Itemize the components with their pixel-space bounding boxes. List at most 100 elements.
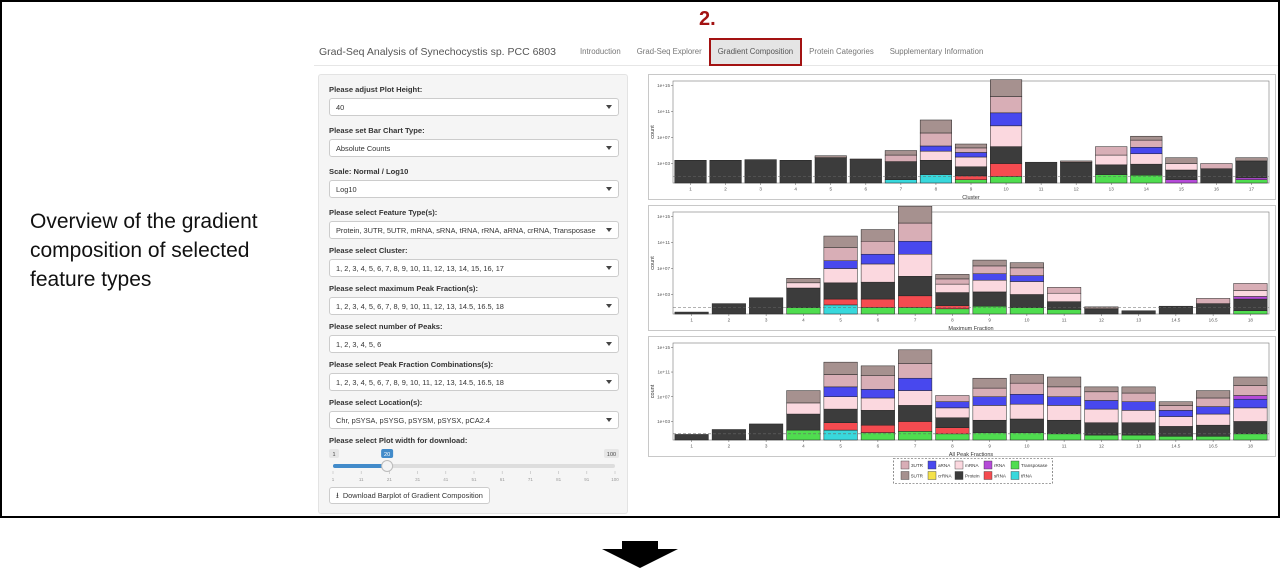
bar-segment-protein bbox=[1121, 310, 1156, 315]
bar-segment-protein bbox=[1095, 164, 1128, 175]
bar-segment-3utr bbox=[972, 265, 1007, 274]
bar-segment-5utr bbox=[823, 361, 858, 375]
bar-segment-3utr bbox=[1121, 392, 1156, 402]
bar-segment-transposase bbox=[1121, 434, 1156, 441]
y-tick-label: 1e+11 bbox=[657, 240, 670, 245]
tab-introduction[interactable]: Introduction bbox=[572, 39, 629, 65]
y-tick-label: 1e+03 bbox=[657, 161, 670, 166]
download-barplot-button[interactable]: ⭳ Download Barplot of Gradient Compositi… bbox=[329, 487, 490, 504]
number-of-peaks-select[interactable]: 1, 2, 3, 4, 5, 6 bbox=[329, 335, 619, 353]
peak-combinations-label: Please select Peak Fraction Combinations… bbox=[329, 360, 494, 369]
bar-segment-mrna bbox=[954, 156, 988, 168]
slider-tick-label: 100 bbox=[611, 477, 619, 482]
feature-type-label: Please select Feature Type(s): bbox=[329, 208, 438, 217]
tab-protein-categories[interactable]: Protein Categories bbox=[801, 39, 882, 65]
max-peak-fraction-field: Please select maximum Peak Fraction(s): … bbox=[329, 284, 619, 315]
bar-segment-rrna bbox=[1165, 179, 1198, 184]
slider-value-label: 20 bbox=[384, 452, 390, 458]
y-tick-label: 1e+03 bbox=[657, 419, 670, 424]
bar-segment-5utr bbox=[972, 377, 1007, 389]
bar-segment-protein bbox=[1047, 301, 1082, 310]
y-axis-label: count bbox=[650, 384, 656, 398]
x-tick-label: 6 bbox=[865, 187, 868, 192]
feature-type-value: Protein, 3UTR, 5UTR, mRNA, sRNA, tRNA, r… bbox=[336, 225, 596, 235]
bar-segment-trna bbox=[919, 174, 952, 184]
bar-segment-protein bbox=[860, 410, 895, 426]
bar-segment-transposase bbox=[1009, 307, 1044, 315]
bar-segment-protein bbox=[674, 160, 707, 184]
bar-segment-protein bbox=[823, 408, 858, 423]
slider-tick-label: 51 bbox=[471, 477, 477, 482]
legend-swatch-crrna bbox=[927, 471, 937, 480]
chevron-down-icon bbox=[606, 228, 612, 232]
legend-swatch-mrna bbox=[954, 460, 964, 470]
bar-segment-transposase bbox=[1235, 179, 1268, 184]
step-number: 2. bbox=[699, 8, 716, 30]
bar-segment-arna bbox=[1158, 410, 1193, 417]
x-tick-label: 6 bbox=[877, 444, 880, 449]
slider-tick-label: 71 bbox=[528, 477, 534, 482]
x-tick-label: 14.5 bbox=[1171, 444, 1180, 449]
location-value: Chr, pSYSA, pSYSG, pSYSM, pSYSX, pCA2.4 bbox=[336, 415, 491, 425]
slider-fill bbox=[333, 464, 388, 468]
scale-select[interactable]: Log10 bbox=[329, 180, 619, 198]
bar-segment-5utr bbox=[919, 119, 952, 134]
bar-segment-trna bbox=[884, 179, 917, 184]
bar-segment-3utr bbox=[1009, 267, 1044, 276]
bar-segment-mrna bbox=[860, 263, 895, 283]
bar-segment-mrna bbox=[1233, 290, 1268, 297]
tab-gradient-composition[interactable]: Gradient Composition bbox=[708, 37, 803, 66]
legend-swatch-transposase bbox=[1010, 460, 1020, 470]
bar-segment-protein bbox=[674, 434, 709, 441]
bar-segment-protein bbox=[779, 160, 812, 184]
bar-segment-arna bbox=[972, 396, 1007, 406]
cluster-select[interactable]: 1, 2, 3, 4, 5, 6, 7, 8, 9, 10, 11, 12, 1… bbox=[329, 259, 619, 277]
peak-combinations-select[interactable]: 1, 2, 3, 4, 5, 6, 7, 8, 9, 10, 11, 12, 1… bbox=[329, 373, 619, 391]
bar-segment-mrna bbox=[919, 150, 952, 161]
x-tick-label: 9 bbox=[988, 444, 991, 449]
plot-width-slider[interactable]: 1 100 20 1 11 21 31 41 51 61 71 81 91 100 bbox=[329, 449, 619, 485]
chevron-down-icon bbox=[606, 146, 612, 150]
x-tick-label: 10 bbox=[1024, 444, 1030, 449]
bar-segment-transposase bbox=[954, 179, 988, 184]
bar-segment-3utr bbox=[935, 395, 970, 402]
bar-segment-5utr bbox=[898, 205, 933, 224]
bar-segment-protein bbox=[1060, 161, 1093, 184]
legend-swatch-rrna bbox=[983, 460, 993, 470]
tab-supplementary-information[interactable]: Supplementary Information bbox=[882, 39, 992, 65]
bar-segment-arna bbox=[972, 273, 1007, 281]
bar-segment-5utr bbox=[990, 79, 1023, 97]
x-tick-label: 13 bbox=[1109, 187, 1115, 192]
x-tick-label: 12 bbox=[1074, 187, 1080, 192]
bar-segment-5utr bbox=[814, 155, 847, 158]
tab-grad-seq-explorer[interactable]: Grad-Seq Explorer bbox=[629, 39, 710, 65]
bar-segment-arna bbox=[823, 386, 858, 398]
cluster-field: Please select Cluster: 1, 2, 3, 4, 5, 6,… bbox=[329, 246, 619, 277]
bar-chart-type-select[interactable]: Absolute Counts bbox=[329, 139, 619, 157]
download-button-label: Download Barplot of Gradient Composition bbox=[342, 491, 483, 500]
location-select[interactable]: Chr, pSYSA, pSYSG, pSYSM, pSYSX, pCA2.4 bbox=[329, 411, 619, 429]
bar-segment-protein bbox=[860, 281, 895, 300]
scale-field: Scale: Normal / Log10 Log10 bbox=[329, 167, 619, 198]
plot-height-select[interactable]: 40 bbox=[329, 98, 619, 116]
app-title: Grad-Seq Analysis of Synechocystis sp. P… bbox=[319, 45, 556, 58]
x-tick-label: 2 bbox=[724, 187, 727, 192]
bar-segment-transposase bbox=[1233, 433, 1268, 441]
slider-handle[interactable] bbox=[381, 460, 394, 472]
bar-segment-arna bbox=[1009, 275, 1044, 282]
legend-label-transposase: Transposase bbox=[1021, 463, 1048, 468]
bar-segment-3utr bbox=[1047, 287, 1082, 294]
bar-segment-transposase bbox=[786, 307, 821, 315]
legend-label-5utr: 5UTR bbox=[911, 474, 924, 479]
max-peak-fraction-select[interactable]: 1, 2, 3, 4, 5, 6, 7, 8, 9, 10, 11, 12, 1… bbox=[329, 297, 619, 315]
feature-type-select[interactable]: Protein, 3UTR, 5UTR, mRNA, sRNA, tRNA, r… bbox=[329, 221, 619, 239]
bar-segment-arna bbox=[860, 389, 895, 399]
chevron-down-icon bbox=[606, 342, 612, 346]
bar-segment-mrna bbox=[1084, 408, 1119, 423]
slider-tick-label: 31 bbox=[415, 477, 421, 482]
bar-segment-srna bbox=[860, 298, 895, 308]
bar-segment-3utr bbox=[1233, 385, 1268, 396]
y-axis-label: count bbox=[650, 125, 656, 139]
bar-segment-srna bbox=[823, 422, 858, 431]
bar-segment-protein bbox=[709, 160, 742, 184]
